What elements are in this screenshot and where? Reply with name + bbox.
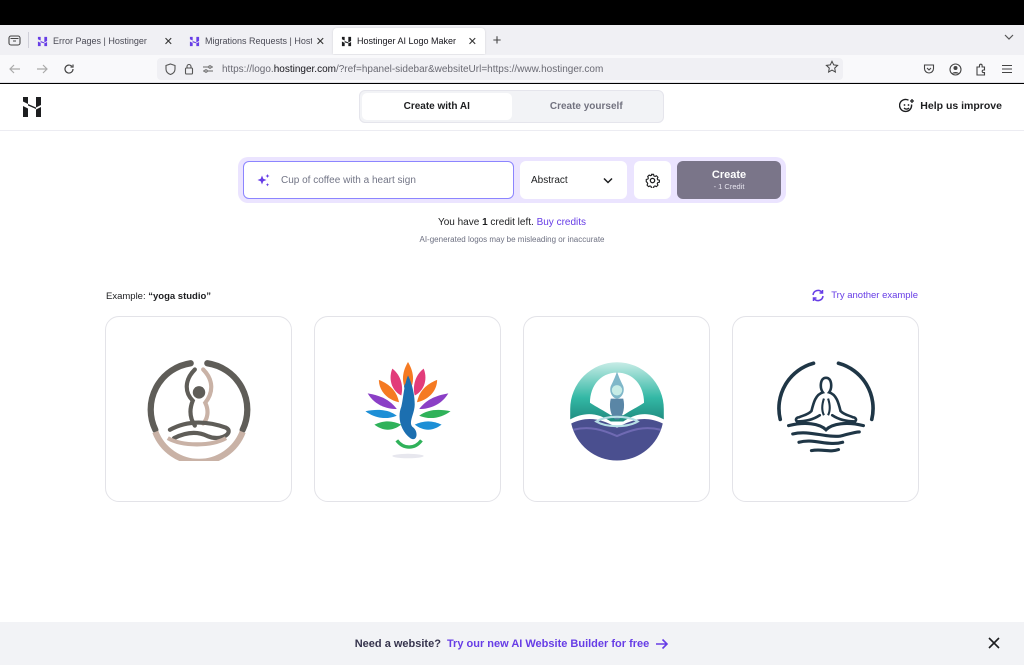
hostinger-favicon [37,36,48,46]
browser-tab-strip: Error Pages | Hostinger ✕ Migrations Req… [0,25,1024,55]
url-bar[interactable]: https://logo.hostinger.com/?ref=hpanel-s… [157,58,843,80]
banner-link-label: Try our new AI Website Builder for free [446,637,650,650]
create-label: Create [711,169,747,181]
settings-button[interactable] [634,161,671,199]
example-logo-card[interactable] [523,316,710,502]
app-header: Create with AI Create yourself Help us i… [0,84,1024,131]
close-tab-icon[interactable]: ✕ [164,35,173,48]
yoga-logo-teal-waves-icon [569,362,664,461]
credits-prefix: You have [437,217,483,228]
tab-create-with-ai[interactable]: Create with AI [362,93,512,120]
buy-credits-link[interactable]: Buy credits [537,217,586,228]
style-selected-value: Abstract [531,174,568,186]
create-button[interactable]: Create - 1 Credit [677,161,781,199]
ai-sparkle-icon [257,173,270,186]
create-cost: - 1 Credit [713,182,745,191]
example-query: “yoga studio” [148,291,212,302]
mode-switch: Create with AI Create yourself [359,90,664,123]
chevron-down-icon [603,177,613,184]
back-arrow-icon [9,64,20,73]
tab-title: Migrations Requests | Hostinger [205,36,312,46]
close-tab-icon[interactable]: ✕ [316,35,325,48]
reload-icon [64,63,74,74]
hostinger-logo-icon[interactable] [22,96,42,118]
account-icon[interactable] [946,59,964,79]
example-prefix: Example: [106,291,149,302]
website-builder-banner: Need a website? Try our new AI Website B… [0,622,1024,665]
prompt-input-container[interactable] [243,161,514,199]
yoga-logo-navy-line-icon [776,361,875,453]
refresh-icon [812,289,824,302]
close-tab-icon[interactable]: ✕ [468,35,477,48]
lock-icon[interactable] [180,60,198,78]
bookmark-star-icon[interactable] [825,60,839,79]
url-suffix: /?ref=hpanel-sidebar&websiteUrl=https://… [335,63,604,75]
example-logo-card[interactable] [105,316,292,502]
tab-error-pages[interactable]: Error Pages | Hostinger ✕ [29,28,181,54]
gear-icon [645,173,660,188]
forward-button[interactable] [30,57,54,81]
help-us-improve-button[interactable]: Help us improve [899,98,1002,114]
close-banner-icon[interactable] [986,635,1002,651]
style-dropdown[interactable]: Abstract [520,161,627,199]
tab-create-yourself[interactable]: Create yourself [512,93,662,120]
page: Create with AI Create yourself Help us i… [0,84,1024,665]
pocket-icon[interactable] [920,59,938,79]
banner-question: Need a website? [354,637,441,650]
ai-disclaimer: AI-generated logos may be misleading or … [419,235,605,244]
smiley-feedback-icon [899,98,915,113]
url-domain: hostinger.com [273,63,336,75]
reload-button[interactable] [57,57,81,81]
tab-overview-icon [7,35,21,46]
example-logo-card[interactable] [314,316,501,502]
tab-title: Hostinger AI Logo Maker [357,36,457,46]
permissions-icon[interactable] [199,60,217,78]
url-prefix: https://logo. [222,63,274,75]
prompt-bar: Abstract Create - 1 Credit [238,157,786,203]
try-another-example-button[interactable]: Try another example [811,289,918,302]
tab-ai-logo-maker[interactable]: Hostinger AI Logo Maker ✕ [333,28,485,54]
tracking-shield-icon[interactable] [161,60,179,78]
credits-suffix: credit left. [487,217,537,228]
extensions-icon[interactable] [972,59,990,79]
example-logo-card[interactable] [732,316,919,502]
tab-overview-button[interactable] [0,25,28,55]
new-tab-button[interactable]: + [485,32,509,49]
hostinger-favicon [341,36,352,46]
hostinger-favicon [189,36,200,46]
logo-prompt-input[interactable] [281,174,501,186]
browser-nav-bar: https://logo.hostinger.com/?ref=hpanel-s… [0,55,1024,83]
url-text: https://logo.hostinger.com/?ref=hpanel-s… [222,64,603,75]
try-another-label: Try another example [831,290,918,301]
toolbar-right [920,59,1016,79]
tab-migrations-requests[interactable]: Migrations Requests | Hostinger ✕ [181,28,333,54]
forward-arrow-icon [37,64,48,73]
credits-info: You have 1 credit left. Buy credits [0,217,1024,228]
yoga-logo-colorful-lotus-icon [364,361,451,459]
yoga-logo-earth-tone-icon [147,360,250,461]
back-button[interactable] [3,57,27,81]
ai-website-builder-link[interactable]: Try our new AI Website Builder for free [447,638,669,650]
help-label: Help us improve [920,100,1002,112]
tab-list-chevron-icon[interactable] [1004,32,1014,44]
tab-title: Error Pages | Hostinger [53,36,147,46]
example-logos [105,316,919,502]
example-label: Example: “yoga studio” [106,291,211,302]
arrow-right-icon [656,638,669,649]
screen-top-bar [0,0,1024,25]
app-menu-icon[interactable] [998,59,1016,79]
